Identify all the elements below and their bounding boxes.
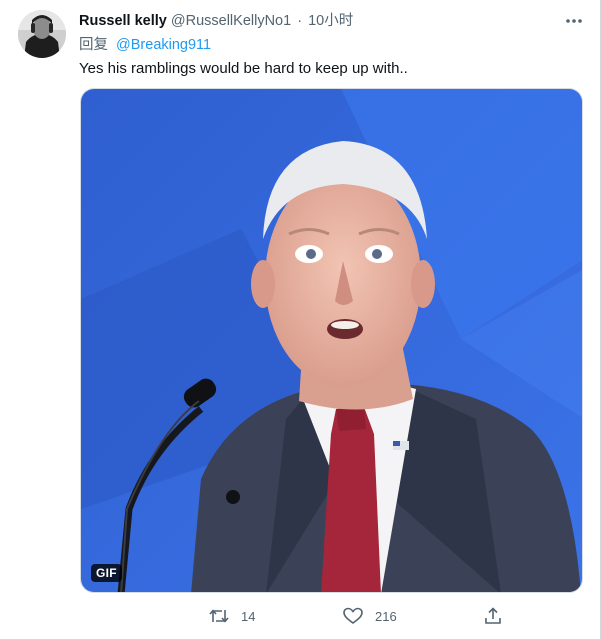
- like-button[interactable]: 216: [343, 606, 397, 626]
- heart-icon: [343, 607, 363, 624]
- author-name[interactable]: Russell kelly: [79, 13, 167, 29]
- reply-to-link[interactable]: @Breaking911: [116, 37, 211, 53]
- gif-media[interactable]: GIF: [80, 88, 583, 593]
- author-handle[interactable]: @RussellKellyNo1: [171, 13, 291, 29]
- like-count: 216: [375, 608, 397, 624]
- retweet-count: 14: [241, 608, 256, 624]
- avatar-image: [18, 10, 66, 58]
- header-separator: ·: [297, 13, 303, 29]
- retweet-icon: [209, 609, 229, 623]
- retweet-button[interactable]: 14: [209, 606, 255, 626]
- share-icon: [485, 607, 501, 624]
- timestamp[interactable]: 10小时: [308, 13, 353, 29]
- tweet-card[interactable]: Russell kelly @RussellKellyNo1 · 10小时 回复…: [0, 0, 601, 640]
- avatar[interactable]: [18, 10, 66, 58]
- tweet-header: Russell kelly @RussellKellyNo1 · 10小时: [79, 12, 353, 30]
- reply-prefix: 回复: [79, 37, 108, 53]
- gif-badge: GIF: [91, 564, 122, 582]
- tweet-actions: 14 216: [0, 602, 601, 630]
- gif-frame-image: [81, 89, 582, 592]
- tweet-text: Yes his ramblings would be hard to keep …: [79, 60, 408, 77]
- share-button[interactable]: [484, 606, 514, 626]
- more-options-button[interactable]: [562, 13, 586, 29]
- more-horizontal-icon: [566, 19, 582, 23]
- reply-context: 回复 @Breaking911: [79, 36, 211, 54]
